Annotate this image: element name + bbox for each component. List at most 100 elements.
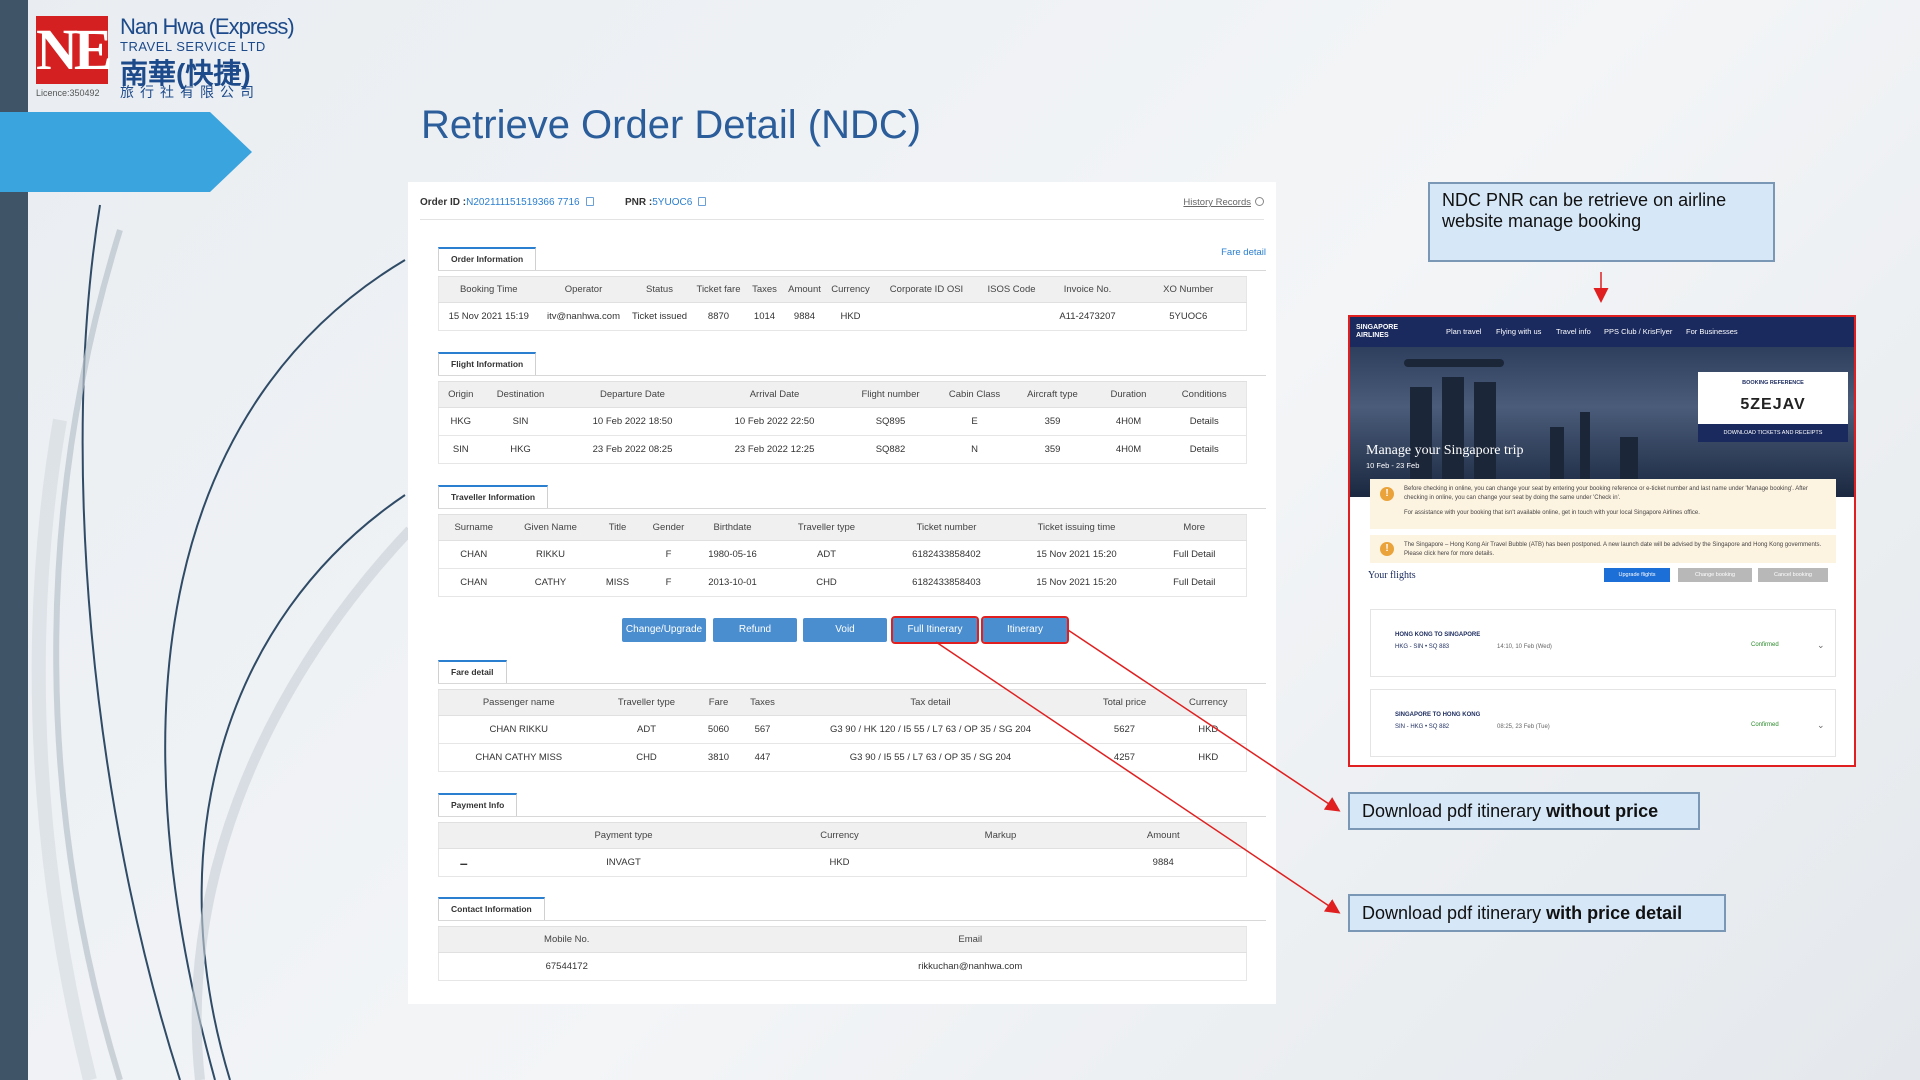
status-badge: Confirmed xyxy=(1751,722,1779,728)
download-tickets-button[interactable]: DOWNLOAD TICKETS AND RECEIPTS xyxy=(1698,424,1848,442)
table-row: 15 Nov 2021 15:19 itv@nanhwa.com Ticket … xyxy=(438,302,1247,331)
collapse-toggle[interactable]: – xyxy=(438,848,489,877)
your-flights-heading: Your flights xyxy=(1368,570,1416,581)
full-itinerary-button[interactable]: Full Itinerary xyxy=(891,616,979,644)
pnr: PNR :5YUOC6 xyxy=(625,197,707,208)
trip-dates: 10 Feb - 23 Feb xyxy=(1366,461,1420,470)
warning-icon: ! xyxy=(1380,542,1394,556)
logo-name-en: Nan Hwa (Express) xyxy=(120,14,295,39)
logo-subtitle-cn: 旅行社有限公司 xyxy=(120,84,260,100)
booking-reference-code: 5ZEJAV xyxy=(1740,396,1806,413)
airline-logo: SINGAPORE AIRLINES xyxy=(1356,324,1399,339)
manage-trip-heading: Manage your Singapore trip xyxy=(1366,443,1524,458)
cancel-booking-button[interactable]: Cancel booking xyxy=(1758,568,1828,582)
tab-payment-info[interactable]: Payment Info xyxy=(438,793,518,817)
nav-krisflyer[interactable]: PPS Club / KrisFlyer xyxy=(1604,327,1672,336)
flight-information-table: Origin Destination Departure Date Arriva… xyxy=(438,381,1247,464)
page-title: Retrieve Order Detail (NDC) xyxy=(421,103,922,147)
section-divider xyxy=(438,920,1266,921)
col-corporate-id: Corporate ID OSI xyxy=(874,276,979,303)
col-invoice-no: Invoice No. xyxy=(1044,276,1131,303)
section-divider xyxy=(438,816,1266,817)
col-currency: Currency xyxy=(826,276,875,303)
refund-button[interactable]: Refund xyxy=(713,618,797,642)
full-detail-link[interactable]: Full Detail xyxy=(1142,568,1247,597)
warning-icon: ! xyxy=(1380,487,1394,501)
tab-flight-information[interactable]: Flight Information xyxy=(438,352,537,376)
copy-icon[interactable] xyxy=(698,197,707,206)
table-row: CHAN RIKKU ADT 5060 567 G3 90 / HK 120 /… xyxy=(438,715,1247,744)
table-row: CHAN CATHY MISS CHD 3810 447 G3 90 / I5 … xyxy=(438,743,1247,772)
atb-notice: ! The Singapore – Hong Kong Air Travel B… xyxy=(1370,535,1836,563)
contact-information-table: Mobile No. Email 67544172 rikkuchan@nanh… xyxy=(438,926,1247,981)
col-booking-time: Booking Time xyxy=(438,276,539,303)
flight-card[interactable]: SINGAPORE TO HONG KONG SIN - HKG • SQ 88… xyxy=(1370,689,1836,757)
booking-reference-card: BOOKING REFERENCE 5ZEJAV DOWNLOAD TICKET… xyxy=(1698,372,1848,442)
status-badge: Ticket issued xyxy=(628,302,691,331)
details-link[interactable]: Details xyxy=(1162,435,1247,464)
order-id-value[interactable]: N202111151519366 7716 xyxy=(466,197,579,208)
section-divider xyxy=(438,508,1266,509)
col-operator: Operator xyxy=(538,276,629,303)
table-row: CHAN RIKKU F 1980-05-16 ADT 618243385840… xyxy=(438,540,1247,569)
details-link[interactable]: Details xyxy=(1162,407,1247,436)
col-isos-code: ISOS Code xyxy=(978,276,1045,303)
nav-for-businesses[interactable]: For Businesses xyxy=(1686,327,1738,336)
ticket-number-link[interactable]: 6182433858403 xyxy=(882,568,1011,597)
without-price-callout: Download pdf itinerary without price xyxy=(1348,792,1700,830)
tab-traveller-information[interactable]: Traveller Information xyxy=(438,485,549,509)
col-amount: Amount xyxy=(782,276,827,303)
section-divider xyxy=(438,270,1266,271)
table-row: 67544172 rikkuchan@nanhwa.com xyxy=(438,952,1247,981)
ticket-number-link[interactable]: 6182433858402 xyxy=(882,540,1011,569)
order-information-table: Booking Time Operator Status Ticket fare… xyxy=(438,276,1247,331)
table-row: SIN HKG 23 Feb 2022 08:25 23 Feb 2022 12… xyxy=(438,435,1247,464)
table-row: HKG SIN 10 Feb 2022 18:50 10 Feb 2022 22… xyxy=(438,407,1247,436)
col-ticket-fare: Ticket fare xyxy=(690,276,747,303)
seat-notice: ! Before checking in online, you can cha… xyxy=(1370,479,1836,529)
traveller-information-table: Surname Given Name Title Gender Birthdat… xyxy=(438,514,1247,597)
clock-icon xyxy=(1255,197,1264,206)
section-divider xyxy=(438,375,1266,376)
action-buttons: Change/Upgrade Refund Void Full Itinerar… xyxy=(408,616,1276,644)
tab-fare-detail[interactable]: Fare detail xyxy=(438,660,507,684)
change-booking-button[interactable]: Change booking xyxy=(1678,568,1752,582)
fare-detail-table: Passenger name Traveller type Fare Taxes… xyxy=(438,689,1247,772)
itinerary-button[interactable]: Itinerary xyxy=(981,616,1069,644)
order-detail-panel: Order ID :N202111151519366 7716 PNR :5YU… xyxy=(408,182,1276,1004)
with-price-callout: Download pdf itinerary with price detail xyxy=(1348,894,1726,932)
nav-plan-travel[interactable]: Plan travel xyxy=(1446,327,1481,336)
status-badge: Confirmed xyxy=(1751,642,1779,648)
order-id: Order ID :N202111151519366 7716 xyxy=(420,197,594,208)
upgrade-flights-button[interactable]: Upgrade flights xyxy=(1604,568,1670,582)
col-taxes: Taxes xyxy=(746,276,783,303)
payment-info-table: Payment type Currency Markup Amount – IN… xyxy=(438,822,1247,877)
void-button[interactable]: Void xyxy=(803,618,887,642)
pnr-value[interactable]: 5YUOC6 xyxy=(652,197,692,208)
col-status: Status xyxy=(628,276,691,303)
chevron-down-icon[interactable]: ⌄ xyxy=(1817,720,1825,731)
logo-licence: Licence:350492 xyxy=(36,88,100,98)
copy-icon[interactable] xyxy=(585,197,594,206)
airline-manage-booking-screenshot: SINGAPORE AIRLINES Plan travel Flying wi… xyxy=(1348,315,1856,767)
table-row: CHAN CATHY MISS F 2013-10-01 CHD 6182433… xyxy=(438,568,1247,597)
tab-order-information[interactable]: Order Information xyxy=(438,247,537,271)
col-xo-number: XO Number xyxy=(1130,276,1247,303)
nav-flying-with-us[interactable]: Flying with us xyxy=(1496,327,1541,336)
airline-nav-bar: SINGAPORE AIRLINES Plan travel Flying wi… xyxy=(1350,317,1854,347)
accent-arrow-banner xyxy=(0,112,252,192)
fare-detail-link[interactable]: Fare detail xyxy=(1221,247,1266,258)
ndc-pnr-callout: NDC PNR can be retrieve on airline websi… xyxy=(1428,182,1775,262)
nav-travel-info[interactable]: Travel info xyxy=(1556,327,1591,336)
logo-mark: NE xyxy=(36,16,113,84)
full-detail-link[interactable]: Full Detail xyxy=(1142,540,1247,569)
company-logo: NE Licence:350492 Nan Hwa (Express) TRAV… xyxy=(36,12,296,104)
order-header: Order ID :N202111151519366 7716 PNR :5YU… xyxy=(420,194,1264,220)
flight-card[interactable]: HONG KONG TO SINGAPORE HKG - SIN • SQ 88… xyxy=(1370,609,1836,677)
section-divider xyxy=(438,683,1266,684)
table-row: – INVAGT HKD 9884 xyxy=(438,848,1247,877)
history-records-link[interactable]: History Records xyxy=(1183,197,1264,208)
chevron-down-icon[interactable]: ⌄ xyxy=(1817,640,1825,651)
tab-contact-information[interactable]: Contact Information xyxy=(438,897,545,921)
change-upgrade-button[interactable]: Change/Upgrade xyxy=(622,618,706,642)
